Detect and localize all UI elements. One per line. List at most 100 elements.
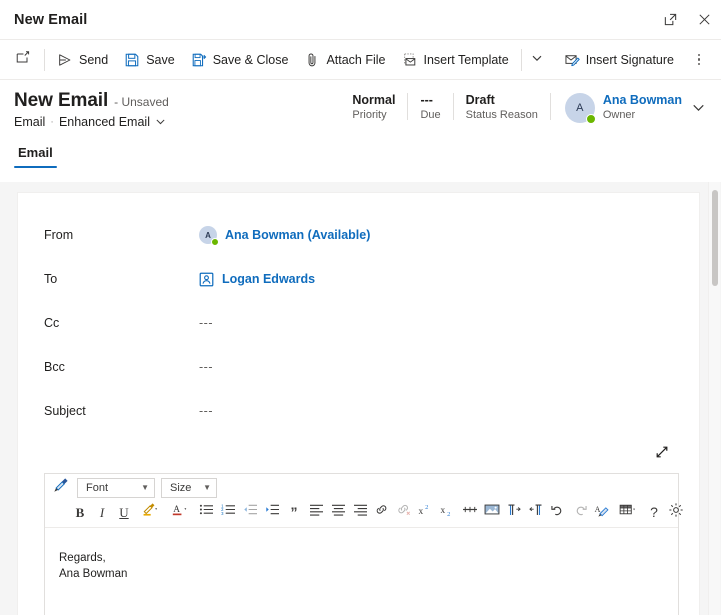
right-to-left-button[interactable] bbox=[525, 501, 547, 523]
presence-available-icon bbox=[585, 113, 596, 124]
subscript-button[interactable]: x 2 bbox=[437, 501, 459, 523]
expand-diagonal-icon bbox=[654, 444, 670, 465]
email-field-list: From A Ana Bowman (Available) To Logan E… bbox=[18, 193, 699, 433]
command-bar-divider bbox=[44, 48, 45, 71]
italic-button[interactable]: I bbox=[91, 501, 113, 523]
header-field-status-reason[interactable]: Draft Status Reason bbox=[454, 92, 550, 123]
format-painter-button[interactable] bbox=[49, 477, 71, 499]
numbered-list-button[interactable]: 1 2 3 bbox=[217, 501, 239, 523]
from-person-name: Ana Bowman (Available) bbox=[225, 228, 371, 242]
send-button[interactable]: Send bbox=[49, 45, 116, 75]
clear-formatting-icon: A bbox=[594, 503, 610, 522]
due-label: Due bbox=[420, 109, 441, 121]
email-body-line: Ana Bowman bbox=[59, 568, 128, 580]
font-color-button[interactable]: A bbox=[165, 501, 195, 523]
insert-template-caret-button[interactable] bbox=[526, 45, 548, 75]
svg-text:x: x bbox=[419, 507, 424, 517]
align-right-button[interactable] bbox=[349, 501, 371, 523]
more-commands-button[interactable] bbox=[686, 45, 712, 75]
save-and-close-button[interactable]: Save & Close bbox=[183, 45, 297, 75]
owner-caret-icon[interactable] bbox=[692, 101, 705, 114]
rich-text-editor: Font ▼ Size ▼ B I U A 1 2 3 ” x 2 x 2 A … bbox=[44, 473, 683, 615]
from-person-chip[interactable]: A Ana Bowman (Available) bbox=[199, 226, 371, 246]
attach-file-label: Attach File bbox=[326, 52, 386, 67]
field-row-subject: Subject --- bbox=[18, 389, 699, 433]
superscript-button[interactable]: x 2 bbox=[415, 501, 437, 523]
subscript-icon: x 2 bbox=[440, 503, 456, 522]
strikethrough-button[interactable] bbox=[459, 501, 481, 523]
header-field-priority[interactable]: Normal Priority bbox=[340, 92, 407, 123]
status-reason-label: Status Reason bbox=[465, 109, 538, 121]
align-left-button[interactable] bbox=[305, 501, 327, 523]
rich-text-toolbar-row-1: Font ▼ Size ▼ bbox=[49, 476, 674, 500]
email-form-card: From A Ana Bowman (Available) To Logan E… bbox=[17, 192, 700, 615]
svg-text:3: 3 bbox=[221, 511, 224, 516]
record-title-row: New Email - Unsaved bbox=[14, 90, 169, 112]
right-to-left-icon bbox=[528, 503, 544, 522]
header-field-due[interactable]: --- Due bbox=[408, 92, 452, 123]
subject-label: Subject bbox=[44, 404, 86, 418]
insert-signature-label: Insert Signature bbox=[585, 52, 674, 67]
font-color-icon: A bbox=[171, 502, 190, 522]
increase-indent-button[interactable] bbox=[261, 501, 283, 523]
new-record-button[interactable] bbox=[6, 45, 40, 75]
undo-button[interactable] bbox=[547, 501, 569, 523]
insert-table-button[interactable] bbox=[613, 501, 643, 523]
from-value[interactable]: A Ana Bowman (Available) bbox=[199, 226, 685, 246]
insert-template-button[interactable]: Insert Template bbox=[394, 45, 517, 75]
popout-button[interactable] bbox=[653, 0, 687, 40]
bcc-label: Bcc bbox=[44, 360, 65, 374]
block-quote-button[interactable]: ” bbox=[283, 501, 305, 523]
priority-value: Normal bbox=[352, 93, 396, 107]
scrollbar-thumb[interactable] bbox=[712, 190, 718, 286]
email-body-line: Regards, bbox=[59, 552, 106, 564]
svg-text:2: 2 bbox=[447, 511, 450, 517]
to-person-name: Logan Edwards bbox=[222, 272, 316, 286]
expand-editor-button[interactable] bbox=[651, 443, 673, 465]
bulleted-list-button[interactable] bbox=[195, 501, 217, 523]
record-header-left: New Email - Unsaved Email · Enhanced Ema… bbox=[14, 90, 169, 129]
close-button[interactable] bbox=[687, 0, 721, 40]
form-selector-label[interactable]: Enhanced Email bbox=[59, 115, 150, 129]
redo-button[interactable] bbox=[569, 501, 591, 523]
font-family-select[interactable]: Font ▼ bbox=[77, 478, 155, 498]
align-center-button[interactable] bbox=[327, 501, 349, 523]
insert-signature-button[interactable]: Insert Signature bbox=[556, 45, 682, 75]
form-selector-caret-icon[interactable] bbox=[155, 115, 166, 129]
format-painter-icon bbox=[53, 478, 68, 498]
help-icon: ? bbox=[650, 504, 658, 520]
clear-formatting-button[interactable]: A bbox=[591, 501, 613, 523]
avatar-initials: A bbox=[576, 101, 584, 114]
help-button[interactable]: ? bbox=[643, 501, 665, 523]
highlight-color-button[interactable] bbox=[135, 501, 165, 523]
vertical-scrollbar[interactable] bbox=[708, 182, 720, 615]
insert-link-button[interactable] bbox=[371, 501, 393, 523]
send-icon bbox=[57, 52, 73, 68]
chevron-down-icon: ▼ bbox=[141, 483, 149, 492]
svg-text:x: x bbox=[441, 505, 446, 515]
font-size-select[interactable]: Size ▼ bbox=[161, 478, 217, 498]
email-body-editor[interactable]: Regards, Ana Bowman bbox=[45, 528, 678, 615]
attach-file-button[interactable]: Attach File bbox=[296, 45, 393, 75]
strikethrough-icon bbox=[462, 503, 478, 521]
bcc-value[interactable]: --- bbox=[199, 360, 685, 374]
priority-label: Priority bbox=[352, 109, 387, 121]
bold-button[interactable]: B bbox=[69, 501, 91, 523]
left-to-right-button[interactable] bbox=[503, 501, 525, 523]
cc-value[interactable]: --- bbox=[199, 316, 685, 330]
to-person-chip[interactable]: Logan Edwards bbox=[199, 272, 315, 287]
subject-value[interactable]: --- bbox=[199, 404, 685, 418]
save-button[interactable]: Save bbox=[116, 45, 183, 75]
editor-expand-row bbox=[18, 433, 699, 467]
breadcrumb-separator: · bbox=[50, 116, 54, 128]
insert-template-divider bbox=[520, 48, 522, 71]
decrease-indent-button[interactable] bbox=[239, 501, 261, 523]
tab-email[interactable]: Email bbox=[14, 145, 57, 168]
insert-image-button[interactable] bbox=[481, 501, 503, 523]
underline-button[interactable]: U bbox=[113, 501, 135, 523]
owner-field[interactable]: A Ana Bowman Owner bbox=[551, 92, 705, 124]
to-value[interactable]: Logan Edwards bbox=[199, 272, 685, 287]
send-label: Send bbox=[79, 52, 109, 67]
editor-settings-button[interactable] bbox=[665, 501, 687, 523]
remove-link-button[interactable] bbox=[393, 501, 415, 523]
